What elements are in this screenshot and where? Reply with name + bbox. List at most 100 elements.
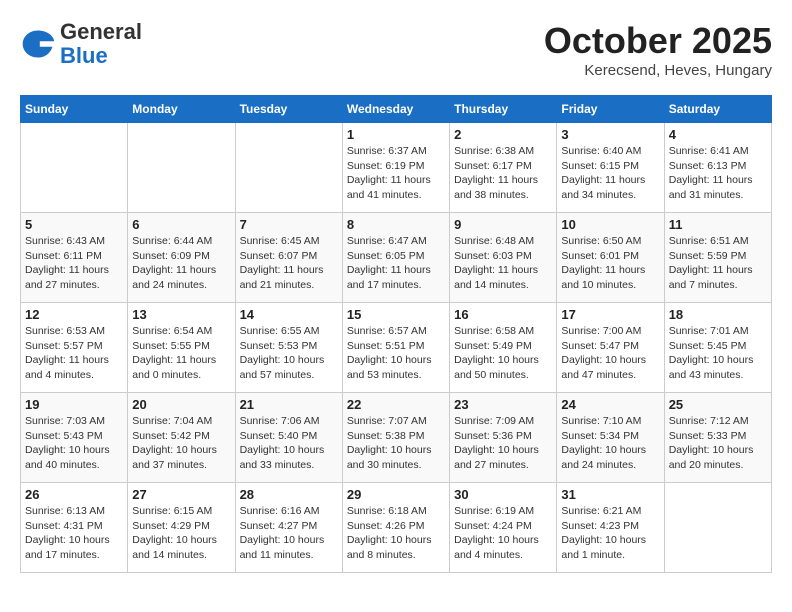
- day-cell: [235, 123, 342, 213]
- day-number: 19: [25, 397, 123, 412]
- logo-general: General: [60, 19, 142, 44]
- day-info: Sunrise: 6:51 AM Sunset: 5:59 PM Dayligh…: [669, 234, 767, 293]
- day-cell: 10 Sunrise: 6:50 AM Sunset: 6:01 PM Dayli…: [557, 213, 664, 303]
- col-header-wednesday: Wednesday: [342, 96, 449, 123]
- day-cell: 8 Sunrise: 6:47 AM Sunset: 6:05 PM Daylig…: [342, 213, 449, 303]
- week-row-3: 12Sunrise: 6:53 AM Sunset: 5:57 PM Dayli…: [21, 303, 772, 393]
- day-cell: 1 Sunrise: 6:37 AM Sunset: 6:19 PM Daylig…: [342, 123, 449, 213]
- col-header-monday: Monday: [128, 96, 235, 123]
- day-number: 25: [669, 397, 767, 412]
- col-header-friday: Friday: [557, 96, 664, 123]
- day-info: Sunrise: 6:58 AM Sunset: 5:49 PM Dayligh…: [454, 324, 552, 383]
- logo-blue: Blue: [60, 43, 108, 68]
- day-cell: 12Sunrise: 6:53 AM Sunset: 5:57 PM Dayli…: [21, 303, 128, 393]
- day-cell: 20Sunrise: 7:04 AM Sunset: 5:42 PM Dayli…: [128, 393, 235, 483]
- day-info: Sunrise: 6:48 AM Sunset: 6:03 PM Dayligh…: [454, 234, 552, 293]
- day-number: 17: [561, 307, 659, 322]
- day-info: Sunrise: 6:19 AM Sunset: 4:24 PM Dayligh…: [454, 504, 552, 563]
- day-cell: 19Sunrise: 7:03 AM Sunset: 5:43 PM Dayli…: [21, 393, 128, 483]
- day-cell: 16Sunrise: 6:58 AM Sunset: 5:49 PM Dayli…: [450, 303, 557, 393]
- day-number: 9: [454, 217, 552, 232]
- day-cell: 21 Sunrise: 7:06 AM Sunset: 5:40 PM Dayli…: [235, 393, 342, 483]
- day-info: Sunrise: 6:21 AM Sunset: 4:23 PM Dayligh…: [561, 504, 659, 563]
- week-row-5: 26Sunrise: 6:13 AM Sunset: 4:31 PM Dayli…: [21, 483, 772, 573]
- day-cell: [21, 123, 128, 213]
- day-cell: 11 Sunrise: 6:51 AM Sunset: 5:59 PM Dayli…: [664, 213, 771, 303]
- day-info: Sunrise: 6:18 AM Sunset: 4:26 PM Dayligh…: [347, 504, 445, 563]
- day-number: 11: [669, 217, 767, 232]
- day-info: Sunrise: 6:41 AM Sunset: 6:13 PM Dayligh…: [669, 144, 767, 203]
- month-title: October 2025: [544, 20, 772, 62]
- day-info: Sunrise: 7:07 AM Sunset: 5:38 PM Dayligh…: [347, 414, 445, 473]
- day-cell: 28 Sunrise: 6:16 AM Sunset: 4:27 PM Dayli…: [235, 483, 342, 573]
- day-info: Sunrise: 6:54 AM Sunset: 5:55 PM Dayligh…: [132, 324, 230, 383]
- day-cell: 13Sunrise: 6:54 AM Sunset: 5:55 PM Dayli…: [128, 303, 235, 393]
- day-cell: 23Sunrise: 7:09 AM Sunset: 5:36 PM Dayli…: [450, 393, 557, 483]
- day-number: 7: [240, 217, 338, 232]
- day-info: Sunrise: 6:15 AM Sunset: 4:29 PM Dayligh…: [132, 504, 230, 563]
- day-number: 10: [561, 217, 659, 232]
- day-number: 24: [561, 397, 659, 412]
- col-header-thursday: Thursday: [450, 96, 557, 123]
- day-cell: 9 Sunrise: 6:48 AM Sunset: 6:03 PM Daylig…: [450, 213, 557, 303]
- day-cell: [128, 123, 235, 213]
- day-info: Sunrise: 6:43 AM Sunset: 6:11 PM Dayligh…: [25, 234, 123, 293]
- day-number: 3: [561, 127, 659, 142]
- day-info: Sunrise: 6:57 AM Sunset: 5:51 PM Dayligh…: [347, 324, 445, 383]
- day-cell: 17 Sunrise: 7:00 AM Sunset: 5:47 PM Dayli…: [557, 303, 664, 393]
- day-cell: 15 Sunrise: 6:57 AM Sunset: 5:51 PM Dayli…: [342, 303, 449, 393]
- day-number: 1: [347, 127, 445, 142]
- day-number: 21: [240, 397, 338, 412]
- day-number: 30: [454, 487, 552, 502]
- day-info: Sunrise: 7:10 AM Sunset: 5:34 PM Dayligh…: [561, 414, 659, 473]
- day-number: 8: [347, 217, 445, 232]
- day-info: Sunrise: 6:47 AM Sunset: 6:05 PM Dayligh…: [347, 234, 445, 293]
- day-cell: 31Sunrise: 6:21 AM Sunset: 4:23 PM Dayli…: [557, 483, 664, 573]
- day-info: Sunrise: 6:37 AM Sunset: 6:19 PM Dayligh…: [347, 144, 445, 203]
- day-number: 23: [454, 397, 552, 412]
- day-info: Sunrise: 7:00 AM Sunset: 5:47 PM Dayligh…: [561, 324, 659, 383]
- logo-text: General Blue: [60, 20, 142, 68]
- day-cell: 18 Sunrise: 7:01 AM Sunset: 5:45 PM Dayli…: [664, 303, 771, 393]
- day-number: 28: [240, 487, 338, 502]
- header-row: SundayMondayTuesdayWednesdayThursdayFrid…: [21, 96, 772, 123]
- day-number: 22: [347, 397, 445, 412]
- day-number: 15: [347, 307, 445, 322]
- location-subtitle: Kerecsend, Heves, Hungary: [544, 62, 772, 79]
- day-cell: 4 Sunrise: 6:41 AM Sunset: 6:13 PM Daylig…: [664, 123, 771, 213]
- day-cell: 6 Sunrise: 6:44 AM Sunset: 6:09 PM Daylig…: [128, 213, 235, 303]
- col-header-saturday: Saturday: [664, 96, 771, 123]
- day-info: Sunrise: 7:06 AM Sunset: 5:40 PM Dayligh…: [240, 414, 338, 473]
- calendar-table: SundayMondayTuesdayWednesdayThursdayFrid…: [20, 95, 772, 573]
- day-cell: [664, 483, 771, 573]
- day-cell: 7 Sunrise: 6:45 AM Sunset: 6:07 PM Daylig…: [235, 213, 342, 303]
- day-number: 20: [132, 397, 230, 412]
- day-info: Sunrise: 6:45 AM Sunset: 6:07 PM Dayligh…: [240, 234, 338, 293]
- logo: General Blue: [20, 20, 142, 68]
- title-block: October 2025 Kerecsend, Heves, Hungary: [544, 20, 772, 79]
- day-number: 26: [25, 487, 123, 502]
- day-cell: 25 Sunrise: 7:12 AM Sunset: 5:33 PM Dayli…: [664, 393, 771, 483]
- day-cell: 29Sunrise: 6:18 AM Sunset: 4:26 PM Dayli…: [342, 483, 449, 573]
- day-info: Sunrise: 6:44 AM Sunset: 6:09 PM Dayligh…: [132, 234, 230, 293]
- week-row-2: 5 Sunrise: 6:43 AM Sunset: 6:11 PM Daylig…: [21, 213, 772, 303]
- day-info: Sunrise: 6:38 AM Sunset: 6:17 PM Dayligh…: [454, 144, 552, 203]
- day-info: Sunrise: 6:16 AM Sunset: 4:27 PM Dayligh…: [240, 504, 338, 563]
- day-info: Sunrise: 7:12 AM Sunset: 5:33 PM Dayligh…: [669, 414, 767, 473]
- day-number: 5: [25, 217, 123, 232]
- col-header-tuesday: Tuesday: [235, 96, 342, 123]
- day-cell: 14Sunrise: 6:55 AM Sunset: 5:53 PM Dayli…: [235, 303, 342, 393]
- day-info: Sunrise: 7:01 AM Sunset: 5:45 PM Dayligh…: [669, 324, 767, 383]
- day-cell: 30 Sunrise: 6:19 AM Sunset: 4:24 PM Dayli…: [450, 483, 557, 573]
- day-info: Sunrise: 6:50 AM Sunset: 6:01 PM Dayligh…: [561, 234, 659, 293]
- day-cell: 27Sunrise: 6:15 AM Sunset: 4:29 PM Dayli…: [128, 483, 235, 573]
- day-number: 18: [669, 307, 767, 322]
- day-cell: 24 Sunrise: 7:10 AM Sunset: 5:34 PM Dayli…: [557, 393, 664, 483]
- day-cell: 5 Sunrise: 6:43 AM Sunset: 6:11 PM Daylig…: [21, 213, 128, 303]
- day-number: 4: [669, 127, 767, 142]
- day-number: 2: [454, 127, 552, 142]
- day-cell: 26Sunrise: 6:13 AM Sunset: 4:31 PM Dayli…: [21, 483, 128, 573]
- day-info: Sunrise: 6:55 AM Sunset: 5:53 PM Dayligh…: [240, 324, 338, 383]
- col-header-sunday: Sunday: [21, 96, 128, 123]
- day-number: 6: [132, 217, 230, 232]
